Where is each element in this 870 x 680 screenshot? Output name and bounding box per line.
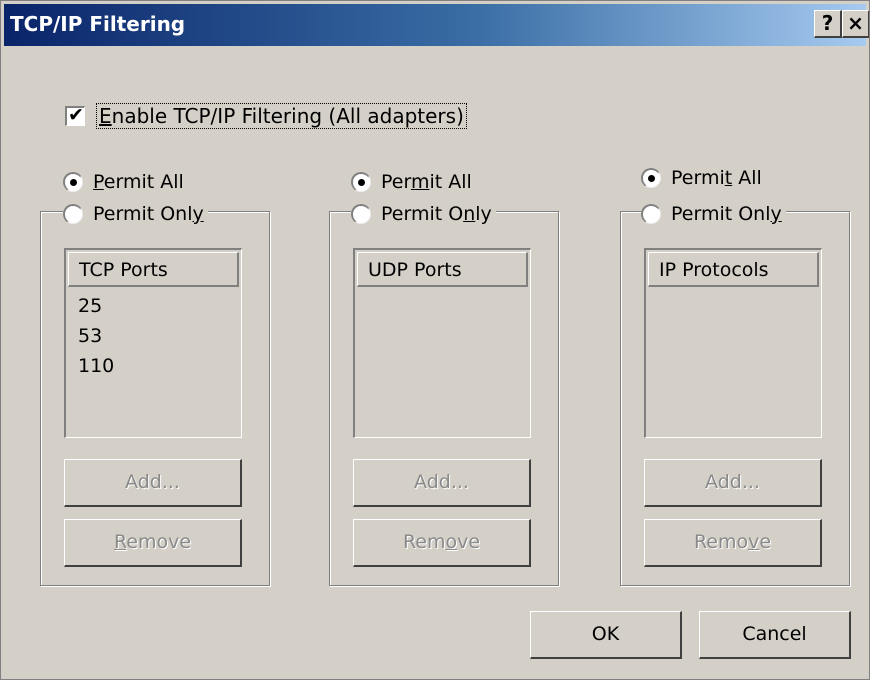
udp-ports-listbox[interactable]: UDP Ports: [353, 248, 531, 438]
udp-permit-only-radio[interactable]: Permit Only: [351, 201, 496, 227]
tcp-remove-button[interactable]: Remove: [64, 519, 242, 567]
radio-button[interactable]: [351, 204, 371, 224]
radio-button[interactable]: [351, 172, 371, 192]
radio-button[interactable]: [641, 204, 661, 224]
label-text: nable TCP/IP Filtering (All adapters): [111, 104, 464, 128]
ok-button[interactable]: OK: [530, 611, 682, 659]
enable-filtering-checkbox-row[interactable]: ✔ Enable TCP/IP Filtering (All adapters): [65, 101, 467, 131]
radio-button[interactable]: [63, 204, 83, 224]
help-button[interactable]: ?: [814, 10, 842, 38]
check-mark-icon: ✔: [68, 104, 84, 126]
accelerator-key: E: [99, 104, 112, 128]
ip-protocols-column-header[interactable]: IP Protocols: [648, 252, 819, 287]
tcp-ports-column-header[interactable]: TCP Ports: [68, 252, 239, 287]
udp-ports-column-header[interactable]: UDP Ports: [357, 252, 528, 287]
enable-filtering-label[interactable]: Enable TCP/IP Filtering (All adapters): [96, 103, 467, 129]
radio-label: Permit All: [671, 167, 762, 189]
enable-filtering-checkbox[interactable]: ✔: [65, 104, 85, 126]
radio-selected-dot-icon: [358, 179, 365, 186]
tcp-add-button[interactable]: Add...: [64, 459, 242, 507]
list-item[interactable]: 25: [78, 291, 229, 321]
tcp-ports-listbox[interactable]: TCP Ports 25 53 110: [64, 248, 242, 438]
radio-label: Permit Only: [381, 203, 492, 225]
close-button[interactable]: ×: [842, 10, 869, 38]
radio-label: Permit All: [381, 171, 472, 193]
window-title: TCP/IP Filtering: [10, 12, 186, 36]
udp-remove-button[interactable]: Remove: [353, 519, 531, 567]
list-item[interactable]: 53: [78, 321, 229, 351]
title-bar[interactable]: TCP/IP Filtering ? ×: [4, 4, 869, 46]
tcp-permit-all-radio[interactable]: Permit All: [63, 169, 188, 195]
ip-permit-all-radio[interactable]: Permit All: [641, 165, 766, 191]
ip-add-button[interactable]: Add...: [644, 459, 822, 507]
radio-label: Permit All: [93, 171, 184, 193]
ip-remove-button[interactable]: Remove: [644, 519, 822, 567]
tcp-ports-list: 25 53 110: [66, 289, 241, 383]
radio-selected-dot-icon: [70, 179, 77, 186]
tcp-permit-only-radio[interactable]: Permit Only: [63, 201, 208, 227]
radio-button[interactable]: [641, 168, 661, 188]
cancel-button[interactable]: Cancel: [699, 611, 851, 659]
radio-label: Permit Only: [93, 203, 204, 225]
ip-permit-only-radio[interactable]: Permit Only: [641, 201, 786, 227]
udp-add-button[interactable]: Add...: [353, 459, 531, 507]
list-item[interactable]: 110: [78, 351, 229, 381]
radio-selected-dot-icon: [648, 175, 655, 182]
udp-permit-all-radio[interactable]: Permit All: [351, 169, 476, 195]
radio-button[interactable]: [63, 172, 83, 192]
radio-label: Permit Only: [671, 203, 782, 225]
ip-protocols-listbox[interactable]: IP Protocols: [644, 248, 822, 438]
tcpip-filtering-dialog: TCP/IP Filtering ? × ✔ Enable TCP/IP Fil…: [0, 0, 870, 680]
